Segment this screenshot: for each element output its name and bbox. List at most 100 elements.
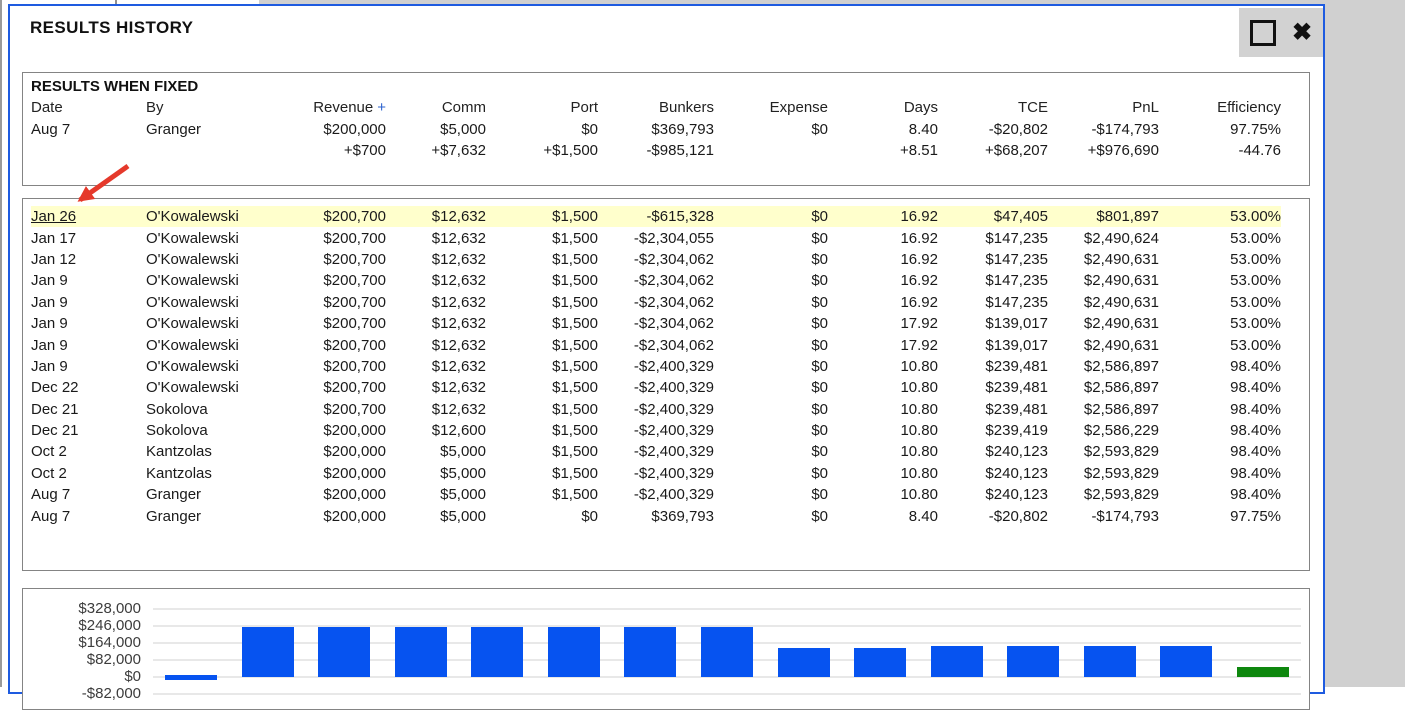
results-history-table: Jan 26O'Kowalewski$200,700$12,632$1,500-… <box>31 206 1281 527</box>
date-link[interactable]: Oct 2 <box>31 441 146 462</box>
table-row[interactable]: Oct 2Kantzolas$200,000$5,000$1,500-$2,40… <box>31 463 1281 484</box>
cell-days: 16.92 <box>828 249 938 270</box>
cell-pnl: +$976,690 <box>1048 140 1159 161</box>
cell-port: $1,500 <box>486 420 598 441</box>
cell-by: O'Kowalewski <box>146 356 306 377</box>
cell-bunkers: -$2,400,329 <box>598 356 714 377</box>
cell-expense: $0 <box>714 441 828 462</box>
table-row[interactable]: Dec 21Sokolova$200,700$12,632$1,500-$2,4… <box>31 399 1281 420</box>
cell-by: O'Kowalewski <box>146 377 306 398</box>
date-link[interactable]: Jan 12 <box>31 249 146 270</box>
cell-port: $1,500 <box>486 270 598 291</box>
fixed-result-row: Aug 7Granger$200,000$5,000$0$369,793$08.… <box>31 118 1281 139</box>
cell-efficiency: 53.00% <box>1159 227 1281 248</box>
col-header-pnl: PnL <box>1048 97 1159 118</box>
cell-pnl: $2,593,829 <box>1048 484 1159 505</box>
cell-pnl: $2,586,897 <box>1048 356 1159 377</box>
cell-days: 8.40 <box>828 505 938 526</box>
cell-by <box>146 140 306 161</box>
chart-bar <box>471 627 523 677</box>
date-link[interactable]: Dec 21 <box>31 399 146 420</box>
cell-revenue: $200,000 <box>306 484 386 505</box>
date-link[interactable]: Dec 21 <box>31 420 146 441</box>
table-row[interactable]: Jan 12O'Kowalewski$200,700$12,632$1,500-… <box>31 249 1281 270</box>
chart-bar <box>548 627 600 677</box>
cell-expense: $0 <box>714 420 828 441</box>
maximize-icon[interactable] <box>1250 20 1276 46</box>
close-icon[interactable]: ✖ <box>1292 23 1312 43</box>
date-link[interactable]: Jan 26 <box>31 206 146 227</box>
cell-pnl: $2,490,624 <box>1048 227 1159 248</box>
table-row[interactable]: Jan 17O'Kowalewski$200,700$12,632$1,500-… <box>31 227 1281 248</box>
cell-expense: $0 <box>714 118 828 139</box>
cell-pnl: $2,586,897 <box>1048 399 1159 420</box>
cell-efficiency: 98.40% <box>1159 484 1281 505</box>
cell-comm: $12,632 <box>386 249 486 270</box>
table-row[interactable]: Oct 2Kantzolas$200,000$5,000$1,500-$2,40… <box>31 441 1281 462</box>
date-link[interactable]: Aug 7 <box>31 118 146 139</box>
cell-tce: $240,123 <box>938 484 1048 505</box>
cell-days: 10.80 <box>828 484 938 505</box>
date-link[interactable]: Jan 9 <box>31 292 146 313</box>
table-row[interactable]: Jan 9O'Kowalewski$200,700$12,632$1,500-$… <box>31 334 1281 355</box>
chart-plot-area: $328,000$246,000$164,000$82,000$0-$82,00… <box>23 589 1309 709</box>
cell-days: 16.92 <box>828 227 938 248</box>
cell-by: O'Kowalewski <box>146 270 306 291</box>
cell-bunkers: -$2,400,329 <box>598 441 714 462</box>
date-link[interactable]: Jan 9 <box>31 270 146 291</box>
sort-ascending-control[interactable]: + <box>377 99 386 116</box>
table-row[interactable]: Jan 9O'Kowalewski$200,700$12,632$1,500-$… <box>31 313 1281 334</box>
cell-port: $1,500 <box>486 484 598 505</box>
table-row[interactable]: Aug 7Granger$200,000$5,000$1,500-$2,400,… <box>31 484 1281 505</box>
cell-by: O'Kowalewski <box>146 292 306 313</box>
cell-by: Sokolova <box>146 420 306 441</box>
date-link[interactable]: Jan 9 <box>31 356 146 377</box>
cell-efficiency: 53.00% <box>1159 270 1281 291</box>
cell-revenue: $200,700 <box>306 334 386 355</box>
cell-by: O'Kowalewski <box>146 227 306 248</box>
date-link[interactable]: Jan 9 <box>31 334 146 355</box>
cell-comm: $5,000 <box>386 118 486 139</box>
table-row[interactable]: Jan 9O'Kowalewski$200,700$12,632$1,500-$… <box>31 270 1281 291</box>
date-link[interactable]: Oct 2 <box>31 463 146 484</box>
table-row[interactable]: Dec 21Sokolova$200,000$12,600$1,500-$2,4… <box>31 420 1281 441</box>
cell-revenue: $200,700 <box>306 377 386 398</box>
window-controls: ✖ <box>1239 8 1323 57</box>
date-link[interactable]: Dec 22 <box>31 377 146 398</box>
cell-bunkers: -$2,400,329 <box>598 420 714 441</box>
chart-bar <box>778 648 830 677</box>
col-header-port: Port <box>486 97 598 118</box>
cell-tce: +$68,207 <box>938 140 1048 161</box>
chart-bar <box>1007 646 1059 677</box>
chart-bar <box>165 675 217 680</box>
date-link[interactable]: Jan 17 <box>31 227 146 248</box>
cell-revenue: +$700 <box>306 140 386 161</box>
cell-comm: $5,000 <box>386 484 486 505</box>
table-row[interactable]: Aug 7Granger$200,000$5,000$0$369,793$08.… <box>31 505 1281 526</box>
table-row[interactable]: Jan 26O'Kowalewski$200,700$12,632$1,500-… <box>31 206 1281 227</box>
cell-port: $1,500 <box>486 206 598 227</box>
table-row[interactable]: Jan 9O'Kowalewski$200,700$12,632$1,500-$… <box>31 292 1281 313</box>
cell-bunkers: -$2,304,062 <box>598 313 714 334</box>
cell-port: $1,500 <box>486 399 598 420</box>
cell-port: $0 <box>486 118 598 139</box>
date-link[interactable]: Jan 9 <box>31 313 146 334</box>
cell-tce: $239,481 <box>938 399 1048 420</box>
cell-revenue: $200,700 <box>306 227 386 248</box>
cell-revenue: $200,700 <box>306 399 386 420</box>
results-when-fixed-title: RESULTS WHEN FIXED <box>31 77 1309 97</box>
cell-days: 8.40 <box>828 118 938 139</box>
cell-comm: $12,632 <box>386 356 486 377</box>
date-link[interactable]: Aug 7 <box>31 484 146 505</box>
cell-efficiency: 53.00% <box>1159 249 1281 270</box>
cell-expense: $0 <box>714 313 828 334</box>
table-row[interactable]: Dec 22O'Kowalewski$200,700$12,632$1,500-… <box>31 377 1281 398</box>
y-axis-tick-label: $246,000 <box>23 617 141 635</box>
cell-efficiency: 97.75% <box>1159 505 1281 526</box>
date-link[interactable]: Aug 7 <box>31 505 146 526</box>
cell-tce: $239,419 <box>938 420 1048 441</box>
cell-by: Granger <box>146 505 306 526</box>
table-row[interactable]: Jan 9O'Kowalewski$200,700$12,632$1,500-$… <box>31 356 1281 377</box>
cell-revenue: $200,700 <box>306 313 386 334</box>
chart-bar <box>318 627 370 677</box>
